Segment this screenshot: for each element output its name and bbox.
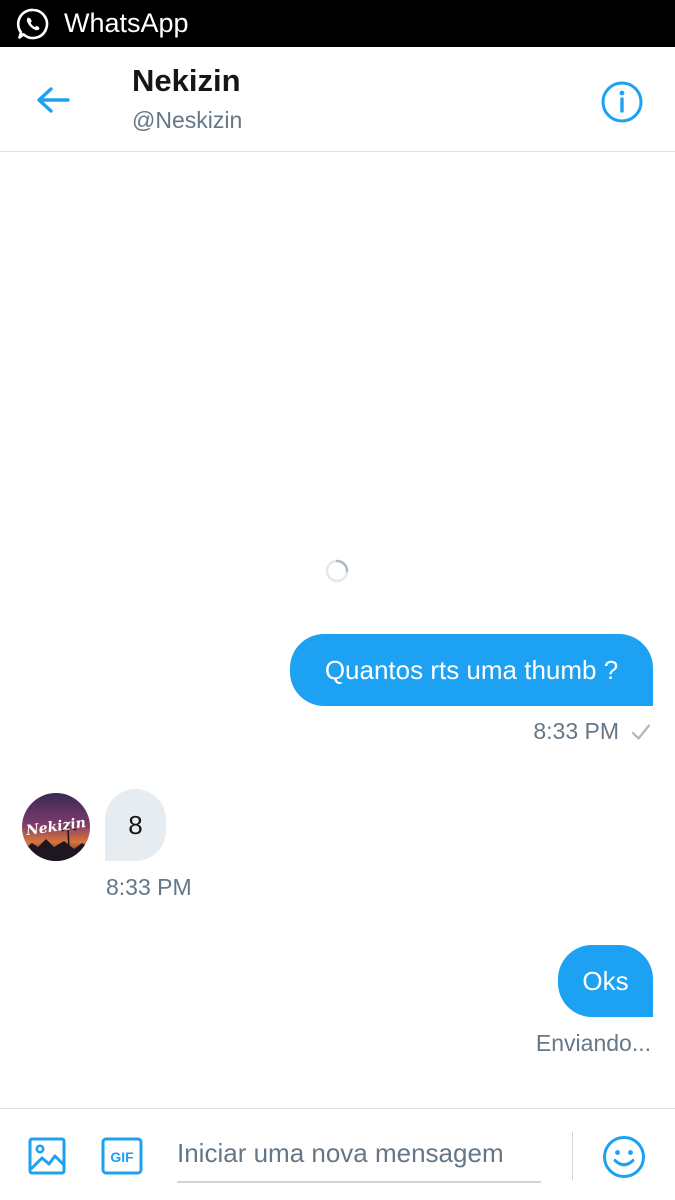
composer-divider [572, 1132, 573, 1180]
back-button[interactable] [30, 80, 76, 120]
emoji-icon [603, 1136, 645, 1178]
conversation-header: Nekizin @Neskizin [0, 47, 675, 152]
outgoing-message-bubble[interactable]: Oks [558, 945, 653, 1017]
whatsapp-icon [16, 7, 50, 41]
info-button[interactable] [600, 80, 644, 124]
message-text: 8 [128, 809, 143, 840]
message-time: 8:33 PM [106, 874, 192, 900]
conversation-handle: @Neskizin [132, 107, 243, 133]
message-status: Enviando... [535, 1030, 651, 1056]
add-gif-button[interactable]: GIF [101, 1137, 143, 1175]
incoming-message-bubble[interactable]: 8 [105, 789, 166, 861]
outgoing-message-bubble[interactable]: Quantos rts uma thumb ? [290, 634, 653, 706]
message-time: 8:33 PM [533, 718, 619, 744]
status-bar: WhatsApp [0, 0, 675, 47]
arrow-left-icon [37, 87, 70, 113]
message-input[interactable] [177, 1125, 541, 1183]
message-meta: 8:33 PM [533, 718, 651, 745]
avatar[interactable]: Nekizin [22, 793, 90, 861]
message-text: Oks [582, 965, 629, 996]
emoji-button[interactable] [602, 1135, 646, 1179]
conversation-title: Nekizin [132, 63, 241, 98]
image-icon [28, 1137, 66, 1175]
info-icon [601, 81, 643, 123]
add-image-button[interactable] [27, 1136, 67, 1176]
svg-text:GIF: GIF [110, 1149, 134, 1165]
loading-spinner [325, 559, 349, 583]
check-icon [631, 723, 651, 741]
message-text: Quantos rts uma thumb ? [324, 654, 619, 685]
gif-icon: GIF [101, 1137, 143, 1175]
message-composer: GIF [0, 1108, 675, 1200]
status-bar-app-name: WhatsApp [64, 8, 189, 38]
